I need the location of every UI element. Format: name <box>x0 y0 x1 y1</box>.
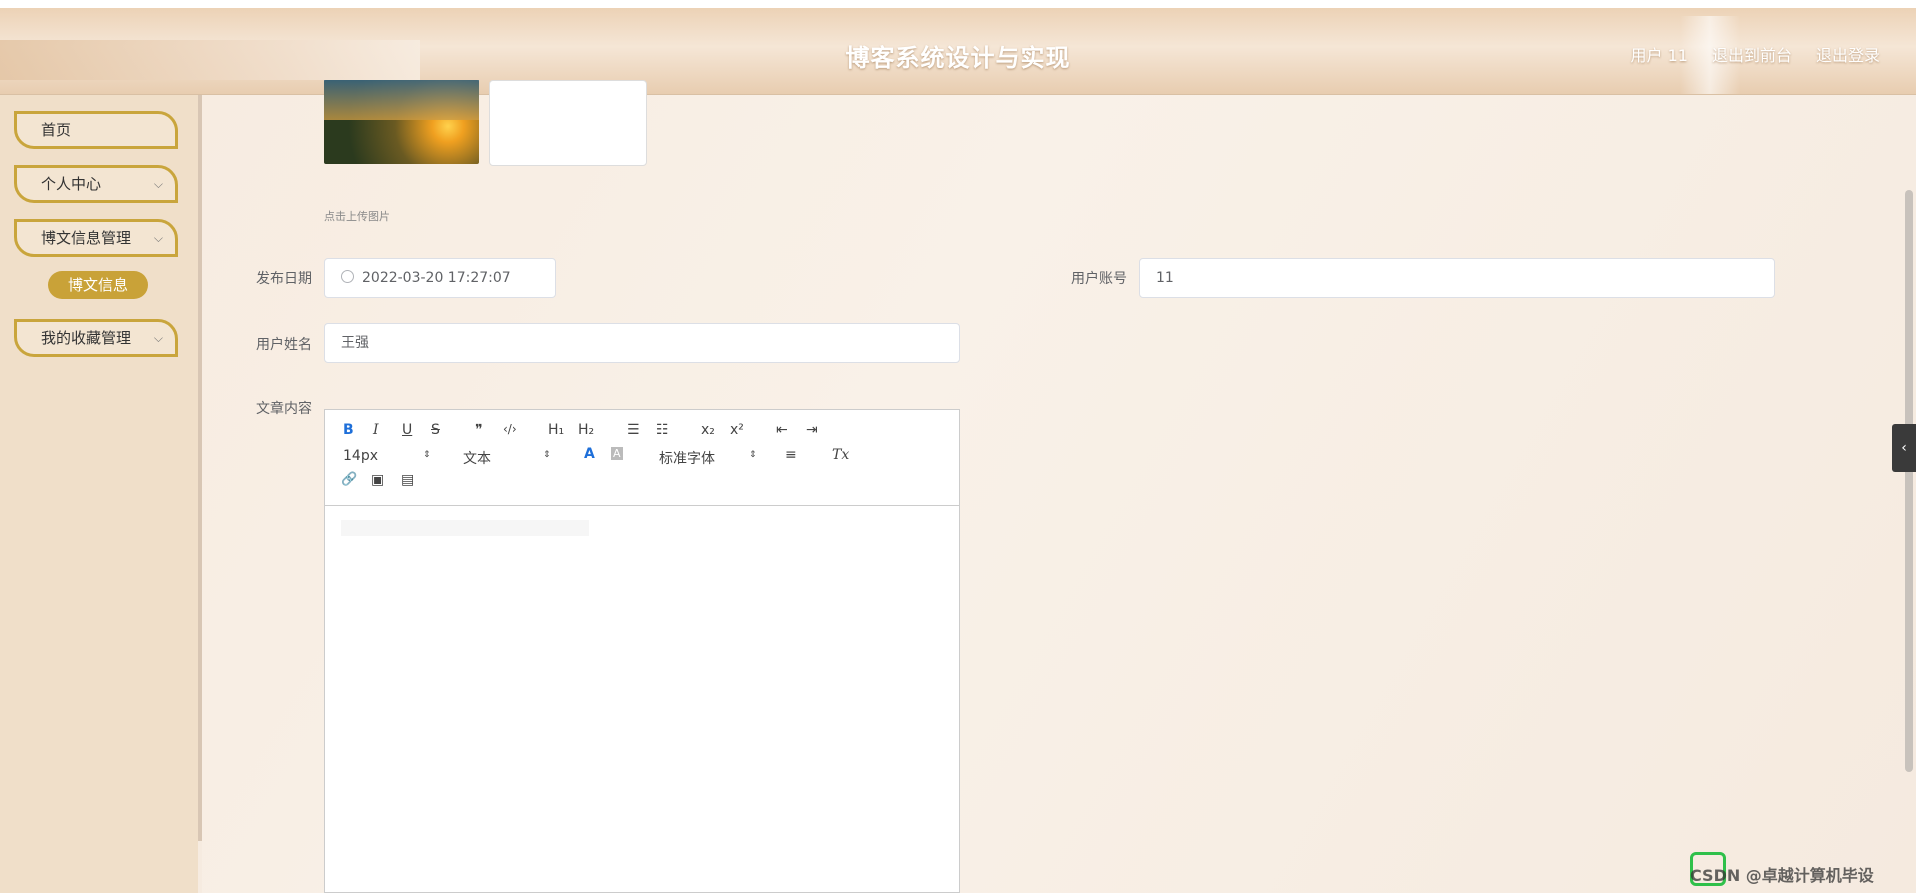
account-value: 11 <box>1156 270 1174 286</box>
app-title: 博客系统设计与实现 <box>845 44 1071 72</box>
sidebar-item-personal-center[interactable]: 个人中心 ⌵ <box>14 165 178 203</box>
content-scrollbar[interactable] <box>1905 190 1913 772</box>
outdent-icon[interactable]: ⇤ <box>776 422 788 438</box>
align-icon[interactable]: ≡ <box>785 447 797 463</box>
underline-icon[interactable]: U <box>402 422 412 438</box>
account-label: 用户账号 <box>1071 271 1127 287</box>
editor-toolbar: B I U S ❞ ‹/› H₁ H₂ ☰ ☷ x₂ x² ⇤ ⇥ 14px ⇕… <box>325 410 959 506</box>
app-header: 博客系统设计与实现 用户 11 退出到前台 退出登录 <box>0 8 1916 95</box>
thumbnail-sky <box>324 80 479 120</box>
superscript-icon[interactable]: x² <box>730 422 744 438</box>
sidebar-item-home[interactable]: 首页 <box>14 111 178 149</box>
select-arrow-icon: ⇕ <box>423 450 431 460</box>
chevron-down-icon: ⌵ <box>153 177 163 191</box>
editor-content-area[interactable] <box>325 506 959 892</box>
sidebar-subitem-blog-info[interactable]: 博文信息 <box>48 271 148 299</box>
ordered-list-icon[interactable]: ☰ <box>627 422 640 438</box>
clock-icon <box>341 270 354 283</box>
font-size-value: 14px <box>343 448 378 464</box>
publish-date-label: 发布日期 <box>256 271 312 287</box>
italic-icon[interactable]: I <box>373 422 379 438</box>
watermark-text: CSDN @卓越计算机毕设 <box>1690 866 1874 885</box>
chevron-left-icon: ‹ <box>1901 440 1907 456</box>
subscript-icon[interactable]: x₂ <box>701 422 715 438</box>
background-color-icon[interactable]: A <box>611 447 623 460</box>
user-label[interactable]: 用户 11 <box>1631 42 1688 66</box>
block-type-value: 文本 <box>463 451 491 467</box>
header-links: 用户 11 退出到前台 退出登录 <box>1631 42 1880 66</box>
select-arrow-icon: ⇕ <box>749 450 757 460</box>
bold-icon[interactable]: B <box>343 422 354 438</box>
top-strip <box>0 0 1916 8</box>
code-block-icon[interactable]: ‹/› <box>503 422 517 436</box>
sidebar-item-label: 个人中心 <box>41 175 102 193</box>
block-type-select[interactable]: 文本 ⇕ <box>463 448 553 468</box>
chevron-down-icon: ⌵ <box>153 331 163 345</box>
publish-date-input[interactable]: 2022-03-20 17:27:07 <box>324 258 556 298</box>
logout-link[interactable]: 退出登录 <box>1816 42 1880 66</box>
upload-image-button[interactable] <box>489 80 647 166</box>
clear-format-icon[interactable]: Tx <box>832 447 849 463</box>
video-icon[interactable]: ▤ <box>401 472 414 488</box>
indent-icon[interactable]: ⇥ <box>806 422 818 438</box>
select-arrow-icon: ⇕ <box>543 450 551 460</box>
sidebar-item-blog-management[interactable]: 博文信息管理 ⌵ <box>14 219 178 257</box>
link-icon[interactable]: 🔗 <box>341 472 357 487</box>
username-value: 王强 <box>341 335 369 351</box>
account-input[interactable]: 11 <box>1139 258 1775 298</box>
heading-2-icon[interactable]: H₂ <box>578 422 594 438</box>
sidebar: 首页 个人中心 ⌵ 博文信息管理 ⌵ 博文信息 我的收藏管理 ⌵ <box>0 95 198 893</box>
sidebar-item-label: 我的收藏管理 <box>41 329 132 347</box>
back-to-front-link[interactable]: 退出到前台 <box>1712 42 1792 66</box>
sidebar-item-label: 首页 <box>41 121 72 139</box>
editor-placeholder-line <box>341 520 589 536</box>
sidebar-item-label: 博文信息管理 <box>41 229 132 247</box>
username-input[interactable]: 王强 <box>324 323 960 363</box>
sidebar-item-favorites-management[interactable]: 我的收藏管理 ⌵ <box>14 319 178 357</box>
heading-1-icon[interactable]: H₁ <box>548 422 564 438</box>
font-family-select[interactable]: 标准字体 ⇕ <box>659 448 759 468</box>
collapse-panel-button[interactable]: ‹ <box>1892 424 1916 472</box>
image-icon[interactable]: ▣ <box>371 472 384 488</box>
publish-date-value: 2022-03-20 17:27:07 <box>362 270 511 286</box>
blockquote-icon[interactable]: ❞ <box>475 422 483 438</box>
rich-text-editor: B I U S ❞ ‹/› H₁ H₂ ☰ ☷ x₂ x² ⇤ ⇥ 14px ⇕… <box>324 409 960 893</box>
bullet-list-icon[interactable]: ☷ <box>656 422 669 438</box>
uploaded-image-thumbnail[interactable] <box>324 80 479 164</box>
strikethrough-icon[interactable]: S <box>431 422 440 438</box>
font-color-icon[interactable]: A <box>584 446 595 462</box>
username-label: 用户姓名 <box>256 337 312 353</box>
content-label: 文章内容 <box>256 401 312 417</box>
font-size-select[interactable]: 14px ⇕ <box>343 448 433 464</box>
font-family-value: 标准字体 <box>659 451 715 467</box>
upload-tip: 点击上传图片 <box>324 210 390 223</box>
chevron-down-icon: ⌵ <box>153 231 163 245</box>
